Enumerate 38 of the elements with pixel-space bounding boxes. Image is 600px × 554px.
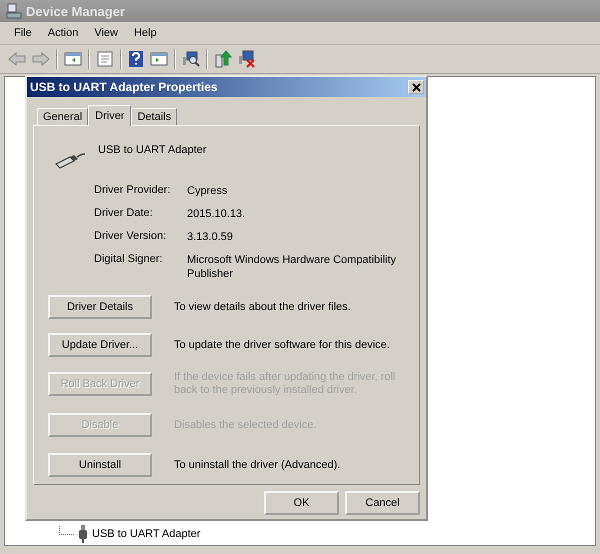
tree-item[interactable]: USB to UART Adapter bbox=[92, 528, 200, 540]
window-title: Device Manager bbox=[26, 4, 125, 18]
menu-item[interactable]: File bbox=[6, 27, 40, 39]
property-value: 2015.10.13. bbox=[187, 207, 246, 221]
panel-icon[interactable] bbox=[150, 51, 168, 67]
tab[interactable]: Details bbox=[131, 108, 178, 125]
action-description: To update the driver software for this device. bbox=[174, 338, 391, 352]
computer-icon bbox=[6, 3, 22, 19]
device-name: USB to UART Adapter bbox=[98, 144, 206, 156]
property-value: Cypress bbox=[187, 184, 228, 198]
close-button[interactable] bbox=[408, 80, 424, 94]
monitor-remove-icon[interactable] bbox=[238, 50, 256, 68]
menu-item[interactable]: Help bbox=[126, 27, 165, 39]
action-description: To view details about the driver files. bbox=[174, 300, 352, 314]
menu-item[interactable]: View bbox=[86, 27, 126, 39]
scan-monitor-icon[interactable] bbox=[182, 51, 200, 67]
action-button[interactable]: Uninstall bbox=[48, 453, 152, 477]
action-button[interactable]: Driver Details bbox=[48, 295, 152, 319]
menu-item[interactable]: Action bbox=[40, 27, 86, 39]
property-value: 3.13.0.59 bbox=[187, 230, 234, 244]
property-label: Digital Signer: bbox=[94, 253, 164, 267]
document-icon[interactable] bbox=[96, 51, 114, 67]
property-label: Driver Date: bbox=[94, 207, 154, 221]
ok-button[interactable]: OK bbox=[264, 491, 339, 515]
action-description: To uninstall the driver (Advanced). bbox=[174, 458, 342, 472]
dialog-title: USB to UART Adapter Properties bbox=[30, 80, 218, 94]
panel-icon[interactable] bbox=[64, 51, 82, 67]
help-icon[interactable] bbox=[128, 50, 144, 68]
close-icon bbox=[412, 82, 420, 92]
cancel-button[interactable]: Cancel bbox=[345, 491, 420, 515]
property-value: Microsoft Windows Hardware Compatibility Publisher bbox=[187, 253, 398, 281]
tab[interactable]: Driver bbox=[88, 105, 132, 126]
property-label: Driver Provider: bbox=[94, 184, 172, 198]
property-label: Driver Version: bbox=[94, 230, 168, 244]
upload-arrow-icon[interactable] bbox=[214, 50, 232, 68]
tab[interactable]: General bbox=[37, 108, 88, 125]
usb-plug-icon bbox=[78, 525, 88, 543]
action-button[interactable]: Update Driver... bbox=[48, 333, 152, 357]
